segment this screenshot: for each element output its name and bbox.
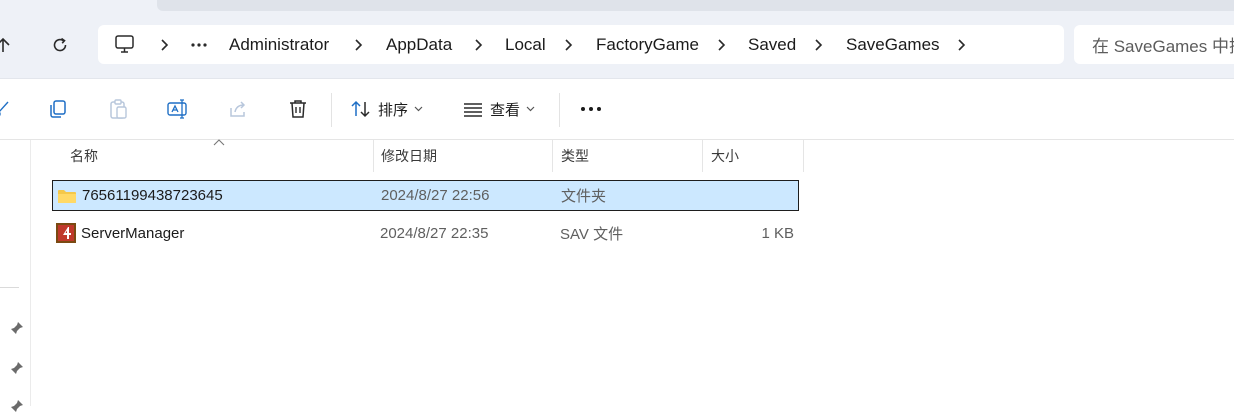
toolbar-divider [559, 93, 560, 127]
column-name[interactable]: 名称 [62, 140, 374, 172]
toolbar-divider [331, 93, 332, 127]
rename-icon[interactable] [166, 97, 190, 121]
more-options-icon[interactable] [579, 97, 603, 121]
column-modified[interactable]: 修改日期 [373, 140, 553, 172]
file-row-sav[interactable]: ServerManager 2024/8/27 22:35 SAV 文件 1 K… [52, 218, 799, 249]
refresh-icon[interactable] [45, 30, 75, 60]
file-type: 文件夹 [561, 188, 607, 205]
breadcrumb-local[interactable]: Local [505, 25, 546, 64]
sort-button[interactable]: 排序 [350, 97, 423, 121]
breadcrumb-administrator[interactable]: Administrator [229, 25, 329, 64]
command-toolbar: 排序 查看 [0, 79, 1234, 140]
pin-icon[interactable] [10, 321, 24, 335]
tab-strip-edge [157, 0, 1234, 11]
pin-icon[interactable] [10, 399, 24, 413]
delete-icon[interactable] [286, 97, 310, 121]
this-pc-icon[interactable] [114, 34, 136, 59]
navigation-pane-divider [0, 287, 19, 288]
file-name: 76561199438723645 [82, 187, 223, 204]
column-type[interactable]: 类型 [553, 140, 703, 172]
sav-file-icon [56, 223, 76, 243]
chevron-right-icon[interactable] [562, 38, 574, 52]
breadcrumb-factorygame[interactable]: FactoryGame [596, 25, 699, 64]
navigation-bar: Administrator AppData Local FactoryGame … [0, 0, 1234, 79]
breadcrumb-appdata[interactable]: AppData [386, 25, 452, 64]
file-modified: 2024/8/27 22:35 [380, 225, 489, 242]
chevron-right-icon[interactable] [472, 38, 484, 52]
column-size[interactable]: 大小 [703, 140, 804, 172]
paste-icon[interactable] [106, 97, 130, 121]
folder-icon [58, 190, 76, 203]
chevron-down-icon [526, 106, 535, 112]
copy-icon[interactable] [46, 97, 70, 121]
sort-label: 排序 [378, 101, 409, 119]
chevron-down-icon [414, 106, 423, 112]
file-size: 1 KB [761, 225, 794, 242]
address-bar[interactable]: Administrator AppData Local FactoryGame … [98, 25, 1064, 64]
file-type: SAV 文件 [560, 226, 624, 243]
column-header: 名称 修改日期 类型 大小 [52, 139, 804, 172]
file-row-folder[interactable]: 76561199438723645 2024/8/27 22:56 文件夹 [52, 180, 799, 211]
sort-icon [351, 100, 370, 118]
cut-icon[interactable] [0, 97, 14, 121]
search-input[interactable]: 在 SaveGames 中搜 [1074, 25, 1234, 64]
chevron-right-icon[interactable] [158, 38, 170, 52]
view-button[interactable]: 查看 [462, 97, 535, 121]
pin-icon[interactable] [10, 361, 24, 375]
breadcrumb-overflow-icon[interactable] [190, 25, 208, 64]
share-icon[interactable] [226, 97, 250, 121]
chevron-right-icon[interactable] [715, 38, 727, 52]
chevron-right-icon[interactable] [955, 38, 967, 52]
file-modified: 2024/8/27 22:56 [381, 187, 490, 204]
view-list-icon [464, 103, 482, 117]
view-label: 查看 [490, 101, 521, 119]
breadcrumb-savegames[interactable]: SaveGames [846, 25, 940, 64]
file-name: ServerManager [81, 225, 185, 242]
breadcrumb-saved[interactable]: Saved [748, 25, 796, 64]
up-arrow-icon[interactable] [0, 30, 18, 60]
chevron-right-icon[interactable] [352, 38, 364, 52]
chevron-right-icon[interactable] [812, 38, 824, 52]
